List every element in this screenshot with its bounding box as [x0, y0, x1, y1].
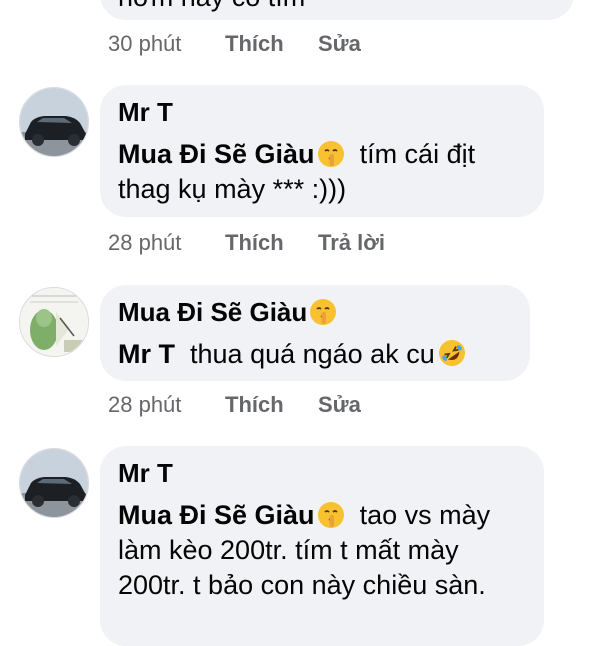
rolling-on-floor-laughing-emoji — [437, 338, 467, 368]
mention-tag[interactable]: Mua Đi Sẽ Giàu — [118, 500, 345, 530]
avatar-mr-t[interactable] — [19, 87, 89, 157]
edit-button[interactable]: Sửa — [318, 392, 361, 418]
avatar-mua-di-se-giau[interactable] — [19, 287, 89, 357]
comment-bubble: Mr T Mua Đi Sẽ Giàu tím cái địt thag kụ … — [100, 85, 544, 217]
comment-time[interactable]: 28 phút — [108, 392, 181, 418]
comment-time[interactable]: 30 phút — [108, 31, 181, 57]
comment-time[interactable]: 28 phút — [108, 230, 181, 256]
comment-text: Mua Đi Sẽ Giàu tím cái địt thag kụ mày *… — [118, 137, 530, 207]
mention-name: Mua Đi Sẽ Giàu — [118, 139, 315, 169]
comment-text: Mr T thua quá ngáo ak cu — [118, 337, 516, 372]
shushing-face-emoji — [317, 501, 345, 529]
shushing-face-emoji — [317, 140, 345, 168]
like-button[interactable]: Thích — [225, 392, 284, 418]
comment-bubble: hơm nay có tím — [100, 0, 574, 20]
mention-name: Mua Đi Sẽ Giàu — [118, 500, 315, 530]
comment-bubble: Mr T Mua Đi Sẽ Giàu tao vs mày làm kèo 2… — [100, 446, 544, 646]
comment-text: Mua Đi Sẽ Giàu tao vs mày làm kèo 200tr.… — [118, 498, 530, 603]
comment-body: thua quá ngáo ak cu — [190, 339, 435, 369]
car-icon — [20, 88, 88, 156]
edit-button[interactable]: Sửa — [318, 31, 361, 57]
car-icon — [20, 449, 88, 517]
comment-author[interactable]: Mua Đi Sẽ Giàu — [118, 297, 337, 327]
author-name: Mua Đi Sẽ Giàu — [118, 297, 308, 327]
comment-author[interactable]: Mr T — [118, 458, 173, 488]
like-button[interactable]: Thích — [225, 230, 284, 256]
mention-tag[interactable]: Mr T — [118, 339, 175, 369]
comment-bubble: Mua Đi Sẽ Giàu Mr T thua quá ngáo ak cu — [100, 285, 530, 381]
comment-author[interactable]: Mr T — [118, 97, 173, 127]
mention-tag[interactable]: Mua Đi Sẽ Giàu — [118, 139, 345, 169]
cartoon-avatar-icon — [20, 288, 88, 356]
avatar-mr-t[interactable] — [19, 448, 89, 518]
like-button[interactable]: Thích — [225, 31, 284, 57]
comment-text: hơm nay có tím — [118, 0, 560, 15]
reply-button[interactable]: Trả lời — [318, 230, 385, 256]
shushing-face-emoji — [309, 298, 337, 326]
